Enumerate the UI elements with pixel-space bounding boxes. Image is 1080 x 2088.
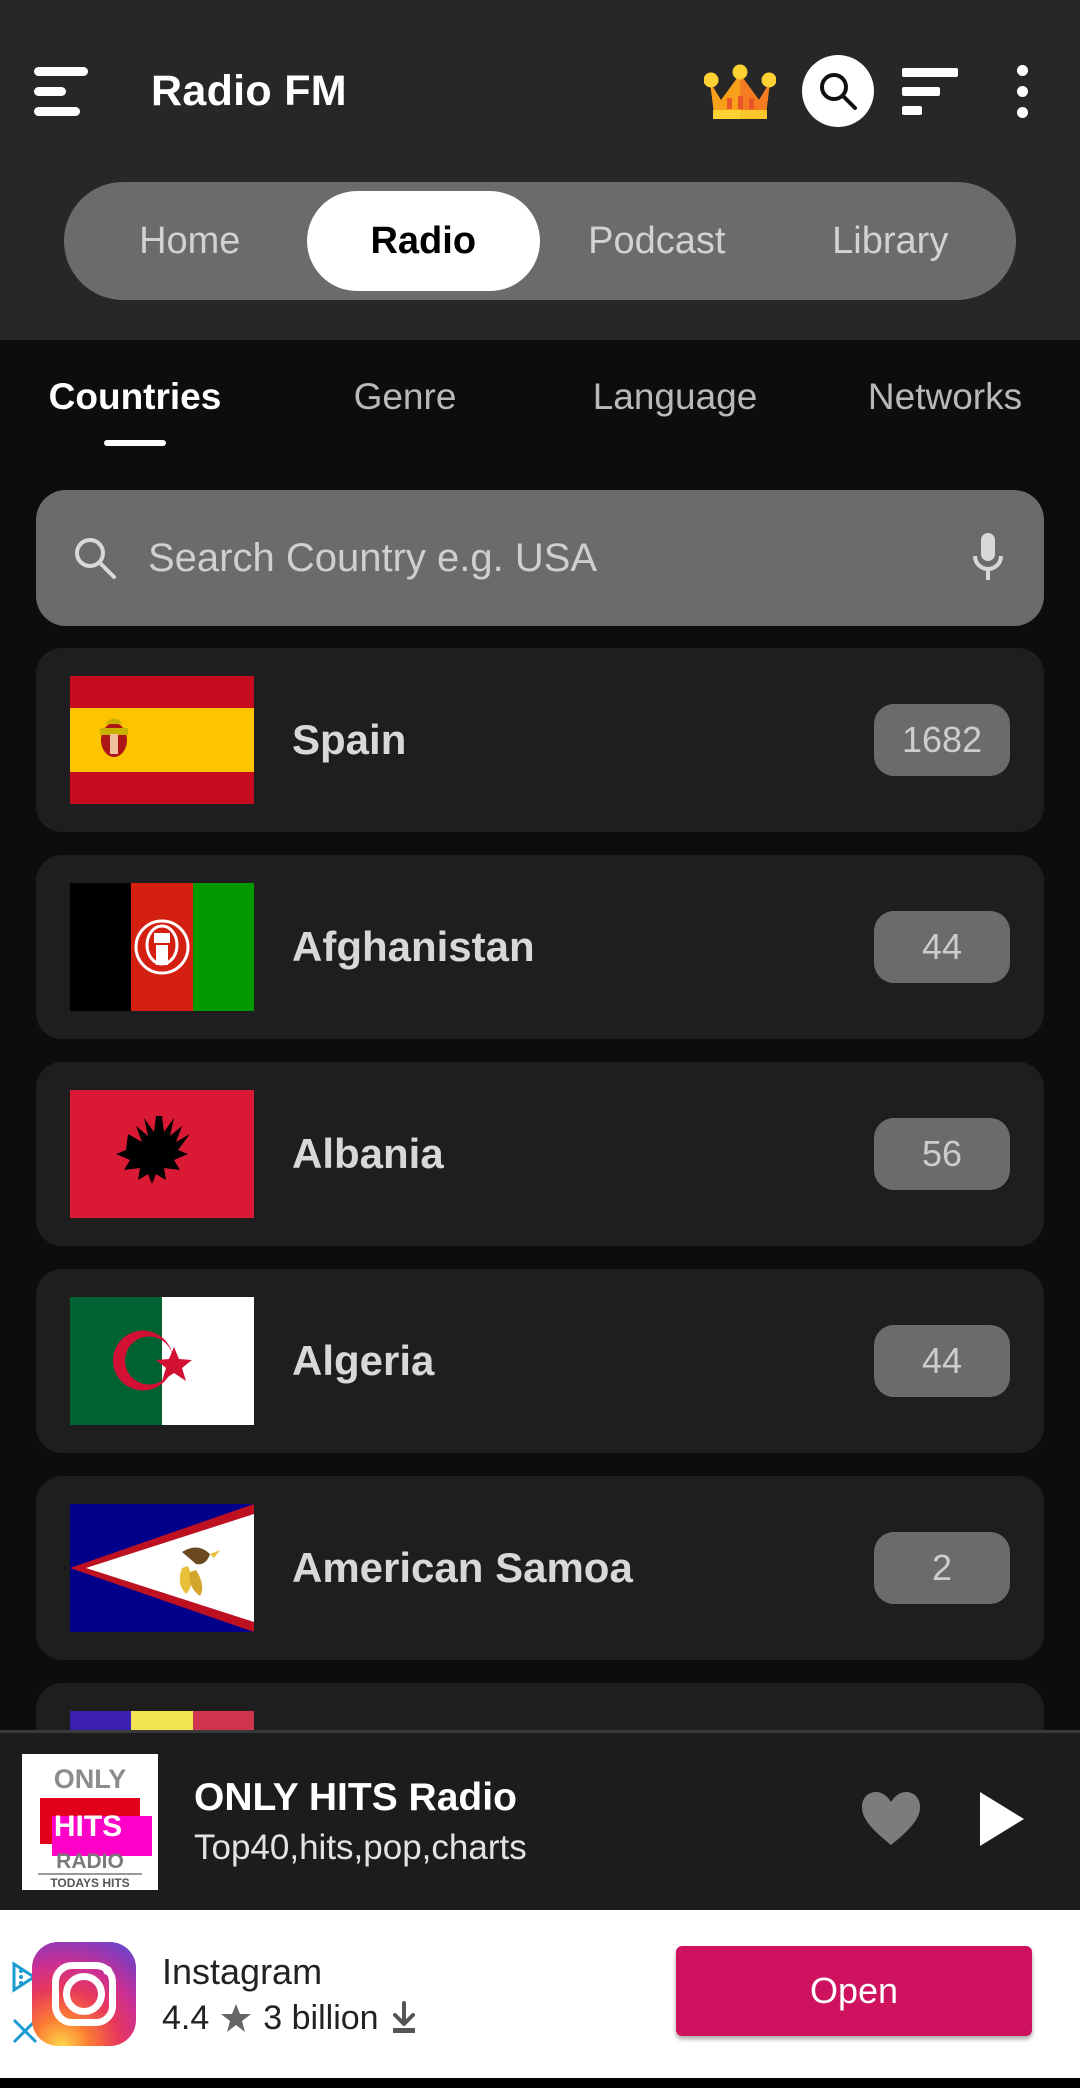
segmented-tabs-container: Home Radio Podcast Library xyxy=(0,182,1080,340)
flag-algeria xyxy=(70,1297,254,1425)
flag-spain xyxy=(70,676,254,804)
download-icon xyxy=(392,2001,415,2033)
favorite-button[interactable] xyxy=(860,1790,922,1853)
andorra-flag-icon xyxy=(70,1711,254,1730)
station-count-badge: 44 xyxy=(874,911,1010,983)
station-count-badge: 44 xyxy=(874,1325,1010,1397)
tab-countries-label: Countries xyxy=(48,376,222,417)
station-count-badge: 1682 xyxy=(874,704,1010,776)
kebab-dot xyxy=(1016,106,1028,118)
now-playing-meta: ONLY HITS Radio Top40,hits,pop,charts xyxy=(194,1776,860,1868)
tab-indicator xyxy=(374,440,436,446)
svg-text:HITS: HITS xyxy=(54,1810,122,1843)
tab-networks[interactable]: Networks xyxy=(810,376,1080,446)
tab-networks-label: Networks xyxy=(867,376,1023,417)
segment-tab-library[interactable]: Library xyxy=(774,191,1008,291)
svg-text:ONLY: ONLY xyxy=(54,1764,127,1794)
page-title: Radio FM xyxy=(151,66,347,115)
now-playing-bar[interactable]: ONLY HITS RADIO TODAYS HITS ONLY HITS Ra… xyxy=(0,1730,1080,1910)
segment-tab-radio[interactable]: Radio xyxy=(306,191,540,291)
country-name: American Samoa xyxy=(292,1544,633,1591)
tab-language[interactable]: Language xyxy=(540,376,810,446)
crown-icon[interactable] xyxy=(704,60,776,122)
country-name: Albania xyxy=(292,1130,444,1177)
play-button[interactable] xyxy=(974,1788,1028,1855)
table-row[interactable]: Albania 56 xyxy=(36,1062,1044,1246)
albania-flag-icon xyxy=(70,1090,254,1218)
afghanistan-flag-icon xyxy=(70,883,254,1011)
only-hits-radio-logo-icon: ONLY HITS RADIO TODAYS HITS xyxy=(22,1753,158,1890)
tab-indicator xyxy=(914,440,976,446)
search-icon xyxy=(75,538,116,579)
table-row[interactable]: Afghanistan 44 xyxy=(36,855,1044,1039)
kebab-dot xyxy=(1016,64,1028,76)
table-row[interactable]: American Samoa 2 xyxy=(36,1476,1044,1660)
ad-banner[interactable]: Instagram 4.4 3 billion Open xyxy=(0,1910,1080,2078)
now-playing-subtitle: Top40,hits,pop,charts xyxy=(194,1827,527,1867)
tab-countries[interactable]: Countries xyxy=(0,376,270,446)
spain-flag-icon xyxy=(70,676,254,804)
ad-installs: 3 billion xyxy=(263,1998,379,2037)
play-icon xyxy=(980,1792,1024,1846)
segment-tab-podcast[interactable]: Podcast xyxy=(540,191,774,291)
flag-afghanistan xyxy=(70,883,254,1011)
country-list[interactable]: Spain 1682 Afghanistan 44 Albania 56 Alg… xyxy=(0,626,1080,1730)
instagram-dot xyxy=(103,1966,112,1975)
station-count-badge: 2 xyxy=(874,1532,1010,1604)
segmented-tabs: Home Radio Podcast Library xyxy=(64,182,1016,300)
sort-line xyxy=(902,86,940,96)
flag-albania xyxy=(70,1090,254,1218)
microphone-icon[interactable] xyxy=(966,528,1010,588)
hamburger-icon[interactable] xyxy=(34,60,96,122)
app-bar: Radio FM xyxy=(0,0,1080,182)
search-placeholder: Search Country e.g. USA xyxy=(148,535,598,580)
tab-genre[interactable]: Genre xyxy=(270,376,540,446)
tab-indicator xyxy=(644,440,706,446)
ad-open-button[interactable]: Open xyxy=(676,1946,1032,2036)
algeria-flag-icon xyxy=(70,1297,254,1425)
search-button[interactable] xyxy=(802,55,874,127)
hamburger-line xyxy=(34,106,80,116)
instagram-icon xyxy=(32,1942,136,2046)
sort-line xyxy=(902,67,958,77)
station-count-badge: 56 xyxy=(874,1118,1010,1190)
system-navigation-bar xyxy=(0,2078,1080,2088)
search-input[interactable]: Search Country e.g. USA xyxy=(36,490,1044,626)
hamburger-line xyxy=(34,86,66,96)
flag-andorra xyxy=(70,1711,254,1730)
svg-text:RADIO: RADIO xyxy=(56,1850,124,1873)
sort-descending-icon[interactable] xyxy=(902,63,960,119)
tab-genre-label: Genre xyxy=(353,376,457,417)
ad-stats: 4.4 3 billion xyxy=(162,1999,419,2038)
sub-tabs: Countries Genre Language Networks xyxy=(0,340,1080,446)
star-icon xyxy=(221,2004,252,2032)
table-row[interactable]: Spain 1682 xyxy=(36,648,1044,832)
flag-american-samoa xyxy=(70,1504,254,1632)
sort-line xyxy=(902,105,922,115)
more-vertical-icon[interactable] xyxy=(1000,56,1044,126)
search-icon xyxy=(820,73,857,110)
country-name: Algeria xyxy=(292,1337,435,1384)
country-name: Afghanistan xyxy=(292,923,535,970)
ad-app-name: Instagram xyxy=(162,1950,323,1992)
table-row[interactable] xyxy=(36,1683,1044,1730)
american-samoa-flag-icon xyxy=(70,1504,254,1632)
tab-active-indicator xyxy=(104,440,166,446)
country-name: Spain xyxy=(292,716,407,763)
svg-text:TODAYS HITS: TODAYS HITS xyxy=(50,1876,129,1890)
app-root: Radio FM Home Radio Podcast Library Coun… xyxy=(0,0,1080,2088)
segment-tab-home[interactable]: Home xyxy=(73,191,307,291)
hamburger-line xyxy=(34,66,88,76)
tab-language-label: Language xyxy=(592,376,758,417)
heart-icon xyxy=(862,1792,920,1845)
station-artwork: ONLY HITS RADIO TODAYS HITS xyxy=(22,1753,158,1890)
ad-text: Instagram 4.4 3 billion xyxy=(162,1951,419,2038)
ad-rating: 4.4 xyxy=(162,1998,210,2037)
table-row[interactable]: Algeria 44 xyxy=(36,1269,1044,1453)
now-playing-title: ONLY HITS Radio xyxy=(194,1775,517,1819)
kebab-dot xyxy=(1016,85,1028,97)
